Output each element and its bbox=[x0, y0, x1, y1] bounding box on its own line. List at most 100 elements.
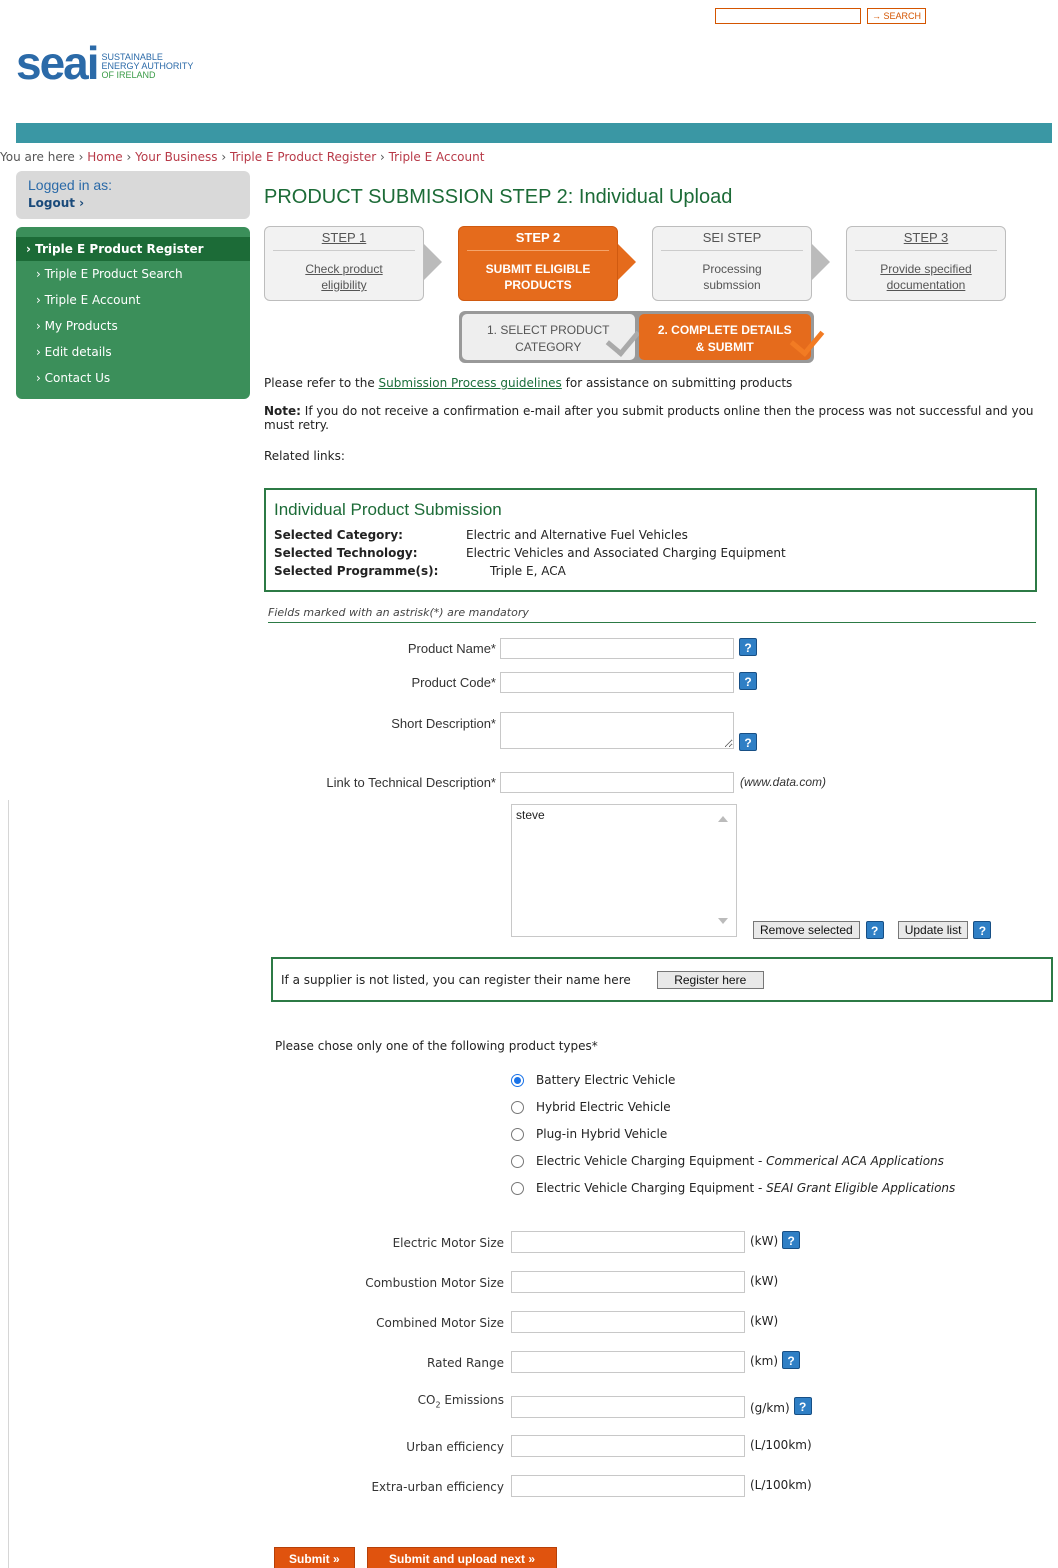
seai-logo[interactable]: seai SUSTAINABLE ENERGY AUTHORITY OF IRE… bbox=[16, 37, 194, 89]
help-icon[interactable]: ? bbox=[739, 733, 757, 751]
breadcrumb-home[interactable]: Home bbox=[87, 150, 122, 164]
sidebar-item-my-products[interactable]: › My Products bbox=[16, 315, 250, 341]
urban-efficiency-row: Urban efficiency (L/100km) bbox=[300, 1435, 812, 1457]
header-bar bbox=[16, 123, 1052, 143]
register-button[interactable]: Register here bbox=[656, 970, 764, 989]
help-icon[interactable]: ? bbox=[739, 672, 757, 690]
help-icon[interactable]: ? bbox=[865, 921, 884, 939]
tech-link-hint: (www.data.com) bbox=[740, 775, 827, 789]
sub-step-complete-details: 2. COMPLETE DETAILS & SUBMIT bbox=[638, 314, 825, 360]
sidebar-item-product-search[interactable]: › Triple E Product Search bbox=[16, 263, 250, 289]
breadcrumb-product-register[interactable]: Triple E Product Register bbox=[230, 150, 376, 164]
check-icon bbox=[789, 321, 825, 357]
combustion-motor-row: Combustion Motor Size (kW) bbox=[300, 1271, 778, 1293]
radio-option-charging-commercial[interactable]: Electric Vehicle Charging Equipment - Co… bbox=[511, 1154, 944, 1168]
register-text: If a supplier is not listed, you can reg… bbox=[281, 972, 631, 987]
unit-label: (g/km) bbox=[750, 1401, 790, 1415]
radio-option-hybrid[interactable]: Hybrid Electric Vehicle bbox=[511, 1100, 671, 1114]
sidebar-item-edit-details[interactable]: › Edit details bbox=[16, 341, 250, 367]
scroll-down-icon[interactable] bbox=[718, 918, 728, 924]
radio-button[interactable] bbox=[511, 1073, 524, 1087]
rated-range-input[interactable] bbox=[511, 1351, 745, 1373]
product-code-input[interactable] bbox=[500, 672, 734, 693]
combustion-motor-input[interactable] bbox=[511, 1271, 745, 1293]
submit-button[interactable]: Submit » bbox=[274, 1547, 355, 1568]
register-supplier-box: If a supplier is not listed, you can reg… bbox=[271, 957, 1053, 1002]
combined-motor-row: Combined Motor Size (kW) bbox=[300, 1311, 778, 1333]
help-icon[interactable]: ? bbox=[793, 1397, 812, 1415]
unit-label: (kW) bbox=[750, 1274, 779, 1288]
product-name-row: Product Name* ? bbox=[270, 638, 757, 659]
help-icon[interactable]: ? bbox=[739, 638, 757, 656]
radio-button[interactable] bbox=[511, 1100, 524, 1114]
remove-selected-button[interactable]: Remove selected bbox=[753, 921, 860, 939]
sidebar-item-product-register[interactable]: › Triple E Product Register bbox=[16, 237, 250, 261]
help-icon[interactable]: ? bbox=[973, 921, 992, 939]
logo-word: seai bbox=[16, 37, 100, 89]
supplier-actions: Remove selected ? Update list ? bbox=[753, 921, 992, 939]
list-scrollbar[interactable] bbox=[710, 805, 736, 936]
electric-motor-row: Electric Motor Size (kW) ? bbox=[300, 1231, 801, 1253]
sidebar-item-contact-us[interactable]: › Contact Us bbox=[16, 367, 250, 393]
scroll-up-icon[interactable] bbox=[718, 816, 728, 822]
unit-label: (L/100km) bbox=[750, 1438, 812, 1452]
tech-link-input[interactable] bbox=[500, 772, 734, 793]
step-2: STEP 2 SUBMIT ELIGIBLE PRODUCTS bbox=[458, 226, 618, 301]
unit-label: (km) bbox=[750, 1354, 779, 1368]
summary-title: Individual Product Submission bbox=[274, 500, 502, 519]
product-type-prompt: Please chose only one of the following p… bbox=[275, 1039, 598, 1053]
login-box: Logged in as: Logout › bbox=[16, 171, 250, 219]
search-input[interactable] bbox=[715, 8, 861, 24]
step-1[interactable]: STEP 1 Check product eligibility bbox=[264, 226, 424, 301]
search-button[interactable]: → SEARCH bbox=[867, 8, 927, 24]
radio-button[interactable] bbox=[511, 1154, 524, 1168]
radio-option-battery[interactable]: Battery Electric Vehicle bbox=[511, 1073, 675, 1087]
radio-button[interactable] bbox=[511, 1181, 524, 1195]
step-arrow-icon bbox=[424, 244, 442, 280]
sub-steps: 1. SELECT PRODUCT CATEGORY 2. COMPLETE DE… bbox=[459, 311, 825, 363]
page-title: PRODUCT SUBMISSION STEP 2: Individual Up… bbox=[264, 186, 733, 208]
list-item[interactable]: steve bbox=[512, 805, 736, 825]
update-list-button[interactable]: Update list bbox=[897, 921, 969, 939]
sidebar-item-account[interactable]: › Triple E Account bbox=[16, 289, 250, 315]
supplier-list[interactable]: steve bbox=[511, 804, 737, 937]
tech-link-row: Link to Technical Description* (www.data… bbox=[270, 772, 826, 793]
guidelines-link[interactable]: Submission Process guidelines bbox=[379, 376, 562, 390]
submission-summary: Individual Product Submission Selected C… bbox=[264, 488, 1037, 592]
confirmation-note: Note: If you do not receive a confirmati… bbox=[264, 404, 1034, 432]
unit-label: (kW) bbox=[750, 1314, 779, 1328]
rated-range-row: Rated Range (km) ? bbox=[300, 1351, 801, 1373]
product-name-input[interactable] bbox=[500, 638, 734, 659]
combined-motor-input[interactable] bbox=[511, 1311, 745, 1333]
radio-option-plugin-hybrid[interactable]: Plug-in Hybrid Vehicle bbox=[511, 1127, 667, 1141]
logo-tagline: SUSTAINABLE ENERGY AUTHORITY OF IRELAND bbox=[101, 52, 194, 80]
check-icon bbox=[605, 321, 640, 357]
guidelines-note: Please refer to the Submission Process g… bbox=[264, 376, 793, 390]
mandatory-note: Fields marked with an astrisk(*) are man… bbox=[268, 606, 1036, 623]
step-arrow-icon bbox=[812, 244, 830, 280]
radio-option-charging-grant[interactable]: Electric Vehicle Charging Equipment - SE… bbox=[511, 1181, 955, 1195]
breadcrumb-account[interactable]: Triple E Account bbox=[389, 150, 485, 164]
sidebar-nav: › Triple E Product Register › Triple E P… bbox=[16, 227, 250, 399]
electric-motor-input[interactable] bbox=[511, 1231, 745, 1253]
breadcrumb: You are here › Home › Your Business › Tr… bbox=[0, 150, 485, 164]
step-sei: SEI STEP Processing submssion bbox=[652, 226, 812, 301]
sub-step-select-category[interactable]: 1. SELECT PRODUCT CATEGORY bbox=[462, 314, 640, 360]
breadcrumb-your-business[interactable]: Your Business bbox=[135, 150, 217, 164]
co2-emissions-row: CO2 Emissions (g/km) ? bbox=[300, 1393, 812, 1418]
extra-urban-efficiency-input[interactable] bbox=[511, 1475, 745, 1497]
logout-link[interactable]: Logout › bbox=[28, 196, 238, 210]
submit-and-upload-next-button[interactable]: Submit and upload next » bbox=[367, 1547, 557, 1568]
radio-button[interactable] bbox=[511, 1127, 524, 1141]
help-icon[interactable]: ? bbox=[782, 1351, 801, 1369]
divider bbox=[8, 800, 9, 1568]
urban-efficiency-input[interactable] bbox=[511, 1435, 745, 1457]
short-description-input[interactable] bbox=[500, 712, 734, 749]
help-icon[interactable]: ? bbox=[782, 1231, 801, 1249]
step-3[interactable]: STEP 3 Provide specified documentation bbox=[846, 226, 1006, 301]
unit-label: (L/100km) bbox=[750, 1478, 812, 1492]
unit-label: (kW) bbox=[750, 1234, 779, 1248]
co2-emissions-input[interactable] bbox=[511, 1396, 745, 1418]
short-description-row: Short Description* ? bbox=[270, 712, 757, 751]
logged-in-label: Logged in as: bbox=[28, 177, 113, 193]
